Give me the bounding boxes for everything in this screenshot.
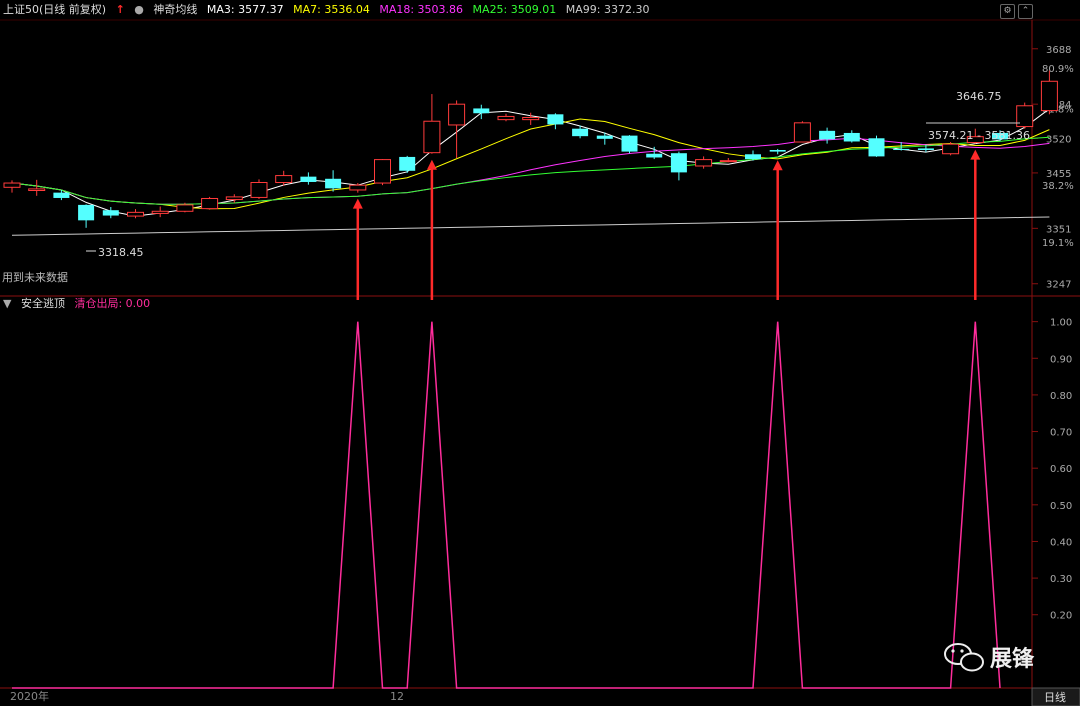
candle-body: [522, 117, 540, 121]
low-price-label: 3318.45: [98, 246, 144, 259]
year-label: 2020年: [10, 689, 49, 703]
candle-body: [325, 178, 342, 189]
candle-body: [448, 103, 466, 126]
chart-svg: 36883584352034553351324780.9%61.8%38.2%1…: [0, 19, 1080, 706]
signal-arrow-head: [426, 159, 437, 170]
sub-y-tick-label: 0.90: [1050, 354, 1072, 365]
candle-body: [942, 143, 960, 155]
candle-body: [819, 130, 836, 140]
chart-stage: 上证50(日线 前复权) ↑ ● 神奇均线 MA3: 3577.37 MA7: …: [0, 0, 1080, 706]
candle-body: [497, 115, 515, 121]
candle-body: [473, 108, 490, 114]
candle-body: [1040, 80, 1058, 112]
candle-body: [893, 148, 910, 151]
candle-body: [423, 120, 441, 154]
candle-body: [53, 192, 70, 198]
wechat-logo-icon: [944, 643, 984, 672]
y-tick-label: 3688: [1046, 45, 1071, 56]
candle-body: [843, 132, 860, 142]
candle-body: [621, 135, 638, 152]
pct-tick-label: 38.2%: [1042, 181, 1074, 192]
future-data-label: 用到未来数据: [2, 270, 68, 284]
sub-y-tick-label: 0.60: [1050, 464, 1072, 475]
y-tick-label: 3455: [1046, 169, 1071, 180]
candle-body: [151, 210, 169, 214]
candle-body: [201, 197, 219, 210]
candle-body: [719, 160, 737, 163]
signal-arrow-head: [970, 149, 981, 160]
candle-body: [250, 182, 268, 198]
watermark-text: 展锋: [990, 646, 1035, 672]
sub-y-tick-label: 1.00: [1050, 318, 1072, 329]
signal-arrow-head: [352, 198, 363, 209]
candle-body: [596, 135, 613, 139]
sub-y-tick-label: 0.20: [1050, 611, 1072, 622]
sub-y-tick-label: 0.40: [1050, 537, 1072, 548]
candle-body: [745, 154, 761, 160]
y-tick-label: 3351: [1046, 224, 1071, 235]
ma99-line: [11, 216, 1050, 236]
pct-tick-label: 80.9%: [1042, 64, 1074, 75]
candle-body: [572, 128, 589, 137]
ma7-line: [11, 118, 1050, 210]
candle-body: [275, 175, 293, 184]
candle-body: [646, 153, 663, 158]
y-tick-label: 3247: [1046, 280, 1071, 291]
candle-body: [917, 148, 934, 151]
month-label: 12: [390, 690, 404, 703]
sub-y-tick-label: 0.80: [1050, 391, 1072, 402]
candle-body: [374, 159, 391, 184]
candle-body: [28, 188, 46, 192]
candle-body: [769, 150, 786, 152]
range-label: 3574.21 - 3581.36: [928, 129, 1030, 142]
candle-body: [670, 153, 687, 173]
candle-body: [3, 182, 21, 188]
signal-arrow-head: [772, 160, 783, 171]
high-price-label: 3646.75: [956, 90, 1002, 103]
candle-body: [300, 176, 317, 182]
sub-series-line: [12, 321, 1001, 689]
ma25-line: [11, 136, 1050, 205]
y-tick-label: 3520: [1046, 134, 1071, 145]
candle-body: [399, 156, 416, 171]
sub-y-tick-label: 0.70: [1050, 428, 1072, 439]
candle-body: [793, 122, 811, 143]
candle-body: [176, 204, 194, 212]
candle-body: [78, 204, 95, 221]
sub-y-tick-label: 0.30: [1050, 574, 1072, 585]
candle-body: [225, 196, 243, 201]
candle-body: [547, 114, 564, 125]
candle-body: [868, 138, 885, 157]
candle-body: [102, 210, 119, 216]
candle-body: [695, 159, 713, 167]
candle-body: [349, 184, 367, 191]
candle-body: [127, 211, 144, 217]
pct-tick-label: 19.1%: [1042, 238, 1074, 249]
period-label[interactable]: 日线: [1044, 690, 1066, 704]
sub-y-tick-label: 0.50: [1050, 501, 1072, 512]
